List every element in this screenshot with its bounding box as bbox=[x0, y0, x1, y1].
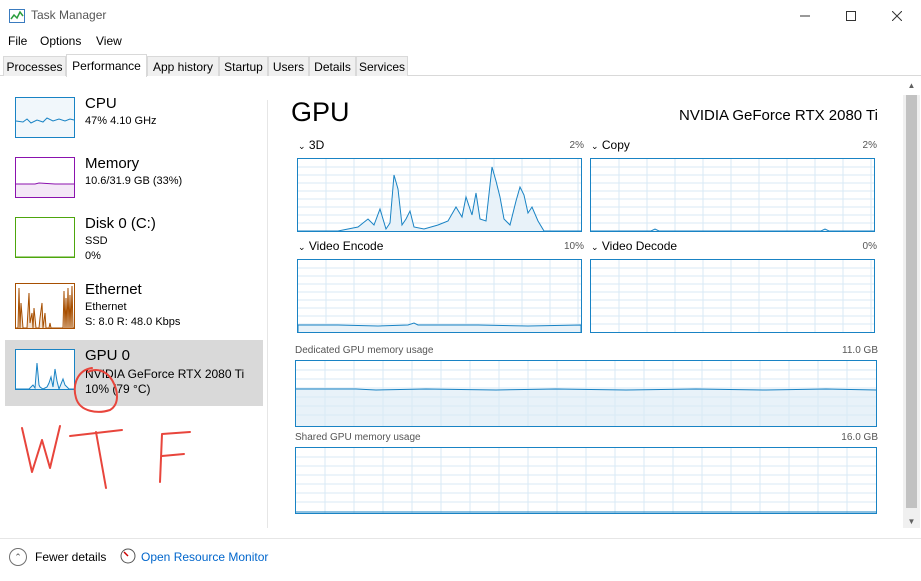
ethernet-thumbnail-graph bbox=[15, 283, 75, 329]
engine-copy-label: Copy bbox=[601, 138, 630, 152]
engine-video-decode-selector[interactable]: ⌄ Video Decode bbox=[591, 239, 677, 253]
engine-3d-percent: 2% bbox=[569, 140, 584, 151]
sidebar-gpu-usage: 10% (79 °C) bbox=[85, 382, 151, 396]
engine-video-encode-percent: 10% bbox=[563, 241, 584, 252]
tab-strip: Processes Performance App history Startu… bbox=[0, 54, 921, 77]
sidebar-disk-type: SSD bbox=[85, 235, 108, 247]
tab-users[interactable]: Users bbox=[268, 56, 309, 76]
engine-copy-graph bbox=[590, 158, 875, 232]
dedicated-memory-label: Dedicated GPU memory usage bbox=[295, 345, 434, 356]
tab-services[interactable]: Services bbox=[356, 56, 408, 76]
sidebar-cpu-title: CPU bbox=[85, 95, 117, 112]
engine-video-decode-label: Video Decode bbox=[601, 239, 678, 253]
gpu-device-name: NVIDIA GeForce RTX 2080 Ti bbox=[679, 107, 878, 124]
sidebar-ethernet-throughput: S: 8.0 R: 48.0 Kbps bbox=[85, 316, 181, 328]
gpu-thumbnail-graph bbox=[15, 349, 75, 390]
minimize-button[interactable] bbox=[782, 0, 828, 31]
tab-details[interactable]: Details bbox=[309, 56, 356, 76]
menu-options[interactable]: Options bbox=[40, 34, 81, 48]
scroll-thumb[interactable] bbox=[906, 95, 917, 508]
chevron-down-icon: ⌄ bbox=[298, 141, 306, 151]
engine-video-encode-selector[interactable]: ⌄ Video Encode bbox=[298, 239, 383, 253]
footer-bar: ⌃ Fewer details Open Resource Monitor bbox=[0, 538, 921, 581]
cpu-thumbnail-graph bbox=[15, 97, 75, 138]
title-bar: Task Manager bbox=[0, 0, 921, 31]
shared-memory-graph bbox=[295, 447, 877, 514]
engine-3d-selector[interactable]: ⌄ 3D bbox=[298, 138, 324, 152]
sidebar-item-ethernet[interactable]: Ethernet Ethernet S: 8.0 R: 48.0 Kbps bbox=[5, 278, 263, 340]
window-title: Task Manager bbox=[31, 8, 107, 22]
engine-video-decode-percent: 0% bbox=[862, 241, 877, 252]
engine-video-decode-graph bbox=[590, 259, 875, 333]
chevron-up-icon[interactable]: ⌃ bbox=[9, 548, 27, 566]
fewer-details-button[interactable]: Fewer details bbox=[35, 550, 106, 564]
sidebar-memory-title: Memory bbox=[85, 155, 140, 172]
performance-panel: CPU 47% 4.10 GHz Memory 10.6/31.9 GB (33… bbox=[0, 77, 921, 538]
memory-thumbnail-graph bbox=[15, 157, 75, 198]
tab-processes[interactable]: Processes bbox=[3, 56, 66, 76]
resource-monitor-icon bbox=[120, 548, 136, 564]
engine-3d-graph bbox=[297, 158, 582, 232]
sidebar-item-disk[interactable]: Disk 0 (C:) SSD 0% bbox=[5, 212, 263, 274]
chevron-down-icon: ⌄ bbox=[298, 242, 306, 252]
sidebar-item-memory[interactable]: Memory 10.6/31.9 GB (33%) bbox=[5, 152, 263, 214]
task-manager-app-icon bbox=[9, 9, 25, 23]
maximize-icon bbox=[846, 10, 856, 21]
engine-copy-percent: 2% bbox=[862, 140, 877, 151]
sidebar-ethernet-adapter: Ethernet bbox=[85, 301, 127, 313]
minimize-icon bbox=[800, 15, 810, 16]
scroll-down-icon[interactable]: ▼ bbox=[903, 515, 920, 529]
sidebar-cpu-usage: 47% 4.10 GHz bbox=[85, 115, 157, 127]
engine-video-encode-label: Video Encode bbox=[308, 239, 384, 253]
vertical-scrollbar[interactable]: ▲ ▼ bbox=[903, 81, 920, 529]
shared-memory-total: 16.0 GB bbox=[841, 432, 878, 443]
tab-app-history[interactable]: App history bbox=[147, 56, 219, 76]
close-icon bbox=[892, 10, 902, 21]
chevron-down-icon: ⌄ bbox=[591, 141, 599, 151]
tab-startup[interactable]: Startup bbox=[219, 56, 268, 76]
sidebar-memory-usage: 10.6/31.9 GB (33%) bbox=[85, 175, 183, 187]
chevron-down-icon: ⌄ bbox=[591, 242, 599, 252]
sidebar-gpu-model: NVIDIA GeForce RTX 2080 Ti bbox=[85, 367, 245, 381]
page-title: GPU bbox=[291, 97, 350, 127]
sidebar-item-gpu[interactable]: GPU 0 NVIDIA GeForce RTX 2080 Ti 10% (79… bbox=[5, 340, 263, 406]
shared-memory-label: Shared GPU memory usage bbox=[295, 432, 421, 443]
maximize-button[interactable] bbox=[828, 0, 874, 31]
engine-video-encode-graph bbox=[297, 259, 582, 333]
disk-thumbnail-graph bbox=[15, 217, 75, 258]
menu-file[interactable]: File bbox=[8, 34, 27, 48]
engine-3d-label: 3D bbox=[308, 138, 325, 152]
panel-divider bbox=[267, 100, 268, 528]
engine-copy-selector[interactable]: ⌄ Copy bbox=[591, 138, 630, 152]
tab-performance[interactable]: Performance bbox=[66, 54, 147, 77]
menu-view[interactable]: View bbox=[96, 34, 122, 48]
scroll-up-icon[interactable]: ▲ bbox=[903, 79, 920, 93]
sidebar-gpu-title: GPU 0 bbox=[85, 347, 131, 364]
sidebar-disk-title: Disk 0 (C:) bbox=[85, 215, 156, 232]
open-resource-monitor-link[interactable]: Open Resource Monitor bbox=[141, 550, 268, 564]
dedicated-memory-total: 11.0 GB bbox=[842, 345, 878, 356]
sidebar-item-cpu[interactable]: CPU 47% 4.10 GHz bbox=[5, 92, 263, 154]
close-button[interactable] bbox=[874, 0, 920, 31]
sidebar-ethernet-title: Ethernet bbox=[85, 281, 142, 298]
dedicated-memory-graph bbox=[295, 360, 877, 427]
sidebar-disk-usage: 0% bbox=[85, 250, 101, 262]
